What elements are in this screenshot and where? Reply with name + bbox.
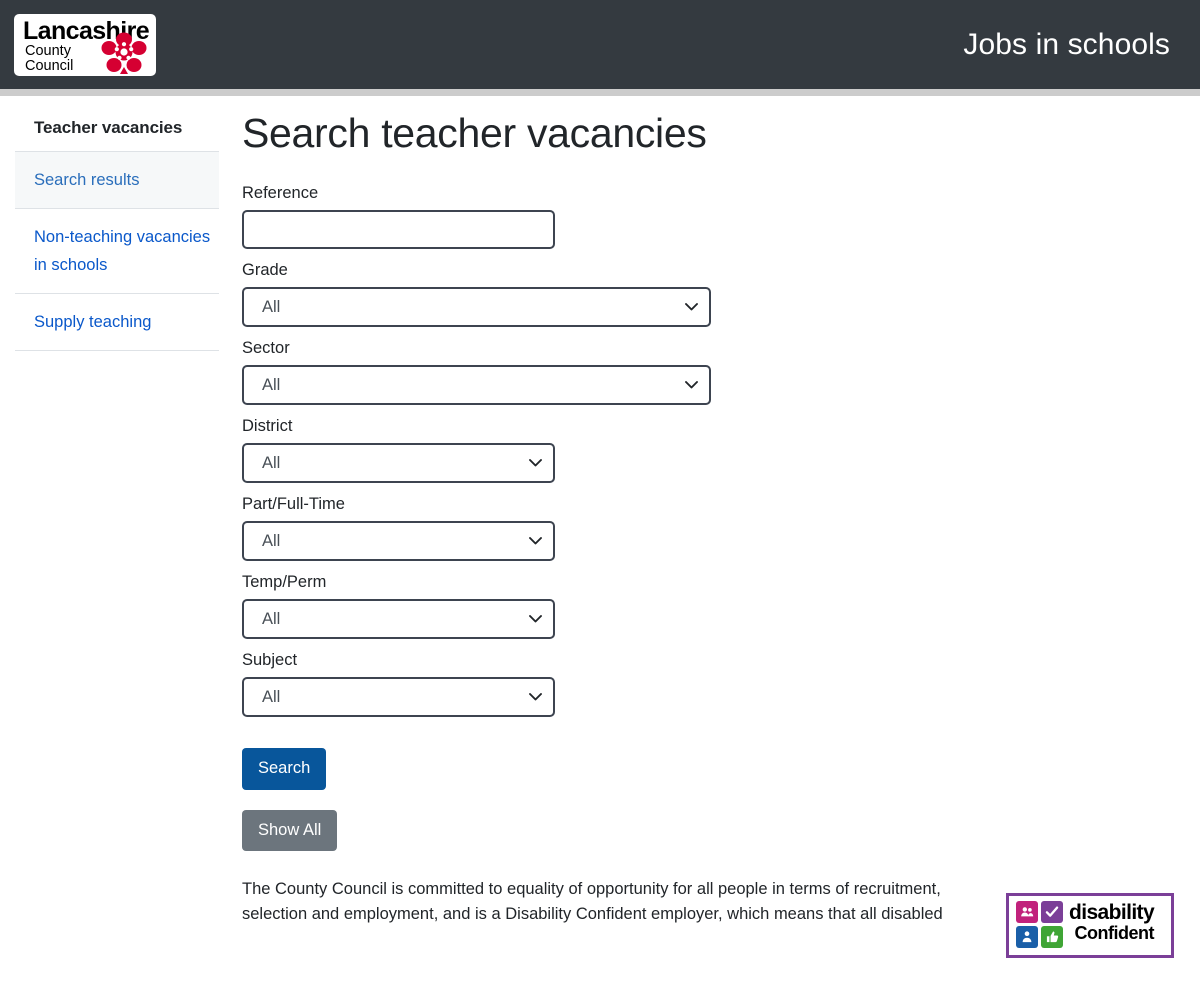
show-all-button-row: Show All xyxy=(242,790,1180,852)
subject-select-wrapper: All xyxy=(242,677,555,718)
reference-input[interactable] xyxy=(242,210,555,250)
thumbs-up-icon xyxy=(1041,926,1063,948)
district-select-wrapper: All xyxy=(242,443,555,484)
disability-confident-badge: disability Confident xyxy=(1006,893,1174,958)
label-part-full-time: Part/Full-Time xyxy=(242,495,345,514)
site-header: Lancashire County Council Jobs in school… xyxy=(0,0,1200,89)
badge-word-confident: Confident xyxy=(1074,923,1155,943)
logo-subtext-line1: County xyxy=(25,42,71,59)
search-button-row: Search xyxy=(242,728,1180,790)
temp-perm-select[interactable]: All xyxy=(242,599,555,640)
equality-statement: The County Council is committed to equal… xyxy=(242,880,943,924)
sidebar-list: Search results Non-teaching vacancies in… xyxy=(0,151,234,351)
badge-text: disability Confident xyxy=(1069,901,1155,943)
sidebar-item-supply-teaching[interactable]: Supply teaching xyxy=(15,293,219,351)
district-select[interactable]: All xyxy=(242,443,555,484)
field-subject: Subject All xyxy=(242,650,1180,718)
check-icon xyxy=(1041,901,1063,923)
logo-subtext-line2: Council xyxy=(25,58,74,74)
label-reference: Reference xyxy=(242,184,319,203)
grade-select[interactable]: All xyxy=(242,287,711,328)
label-temp-perm: Temp/Perm xyxy=(242,573,327,592)
label-district: District xyxy=(242,417,293,436)
sidebar-item-label: Non-teaching vacancies in schools xyxy=(34,228,211,274)
temp-perm-select-wrapper: All xyxy=(242,599,555,640)
label-subject: Subject xyxy=(242,651,298,670)
sidebar-navigation: Teacher vacancies Search results Non-tea… xyxy=(0,96,234,351)
sidebar-item-search-results[interactable]: Search results xyxy=(15,151,219,208)
field-district: District All xyxy=(242,416,1180,484)
header-divider xyxy=(0,89,1200,96)
logo-subtext: County Council xyxy=(25,42,74,75)
sidebar-title: Teacher vacancies xyxy=(34,118,183,137)
field-temp-perm: Temp/Perm All xyxy=(242,572,1180,640)
field-grade: Grade All xyxy=(242,260,1180,328)
page-title: Search teacher vacancies xyxy=(242,110,707,156)
sidebar-item-label: Supply teaching xyxy=(34,313,152,331)
badge-word-disability: disability xyxy=(1069,901,1155,924)
badge-icon-grid xyxy=(1016,901,1063,948)
field-part-full-time: Part/Full-Time All xyxy=(242,494,1180,562)
page-body: Teacher vacancies Search results Non-tea… xyxy=(0,96,1200,958)
field-sector: Sector All xyxy=(242,338,1180,406)
sector-select-wrapper: All xyxy=(242,365,711,406)
label-grade: Grade xyxy=(242,261,288,280)
search-button[interactable]: Search xyxy=(242,748,327,790)
sector-select[interactable]: All xyxy=(242,365,711,406)
lancashire-county-council-logo[interactable]: Lancashire County Council xyxy=(14,13,156,76)
sidebar-item-non-teaching-vacancies[interactable]: Non-teaching vacancies in schools xyxy=(15,208,219,293)
site-title: Jobs in schools xyxy=(963,27,1170,61)
vacancy-search-form: Reference Grade All Sector All District … xyxy=(242,183,1180,852)
grade-select-wrapper: All xyxy=(242,287,711,328)
field-reference: Reference xyxy=(242,183,1180,250)
people-icon xyxy=(1016,901,1038,923)
lancashire-rose-icon xyxy=(101,32,147,74)
main-content: Search teacher vacancies Reference Grade… xyxy=(234,96,1200,958)
part-full-time-select[interactable]: All xyxy=(242,521,555,562)
part-full-time-select-wrapper: All xyxy=(242,521,555,562)
show-all-button[interactable]: Show All xyxy=(242,809,338,852)
person-icon xyxy=(1016,926,1038,948)
label-sector: Sector xyxy=(242,339,290,358)
subject-select[interactable]: All xyxy=(242,677,555,718)
sidebar-item-label: Search results xyxy=(34,171,140,189)
